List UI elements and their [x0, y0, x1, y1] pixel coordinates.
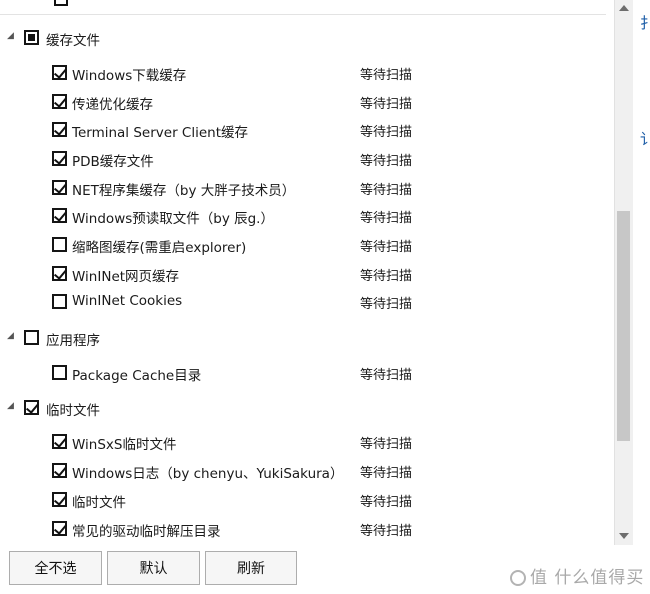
item-checkbox[interactable]	[52, 492, 67, 507]
side-panel: 扌 讠	[633, 0, 650, 545]
item-label: WinINet网页缓存	[72, 269, 180, 285]
item-label: NET程序集缓存（by 大胖子技术员）	[72, 183, 296, 199]
expand-collapse-icon[interactable]: ◢	[7, 332, 16, 341]
item-checkbox[interactable]	[52, 463, 67, 478]
cleanup-window: ◢ 缓存文件 Windows下载缓存 等待扫描 传递优化缓存 等待扫描 Terminal S…	[0, 0, 650, 594]
item-status: 等待扫描	[360, 437, 413, 452]
group-checkbox[interactable]	[24, 30, 39, 45]
item-checkbox[interactable]	[52, 94, 67, 109]
item-checkbox[interactable]	[52, 122, 67, 137]
vertical-scrollbar[interactable]	[614, 0, 633, 545]
expand-collapse-icon[interactable]: ◢	[7, 32, 16, 41]
item-checkbox[interactable]	[52, 180, 67, 195]
item-checkbox[interactable]	[52, 208, 67, 223]
item-label: PDB缓存文件	[72, 154, 154, 170]
item-label: Windows日志（by chenyu、YukiSakura）	[72, 466, 344, 482]
scroll-thumb[interactable]	[617, 211, 630, 441]
default-button[interactable]: 默认	[107, 551, 200, 585]
watermark-logo-icon	[510, 570, 526, 586]
cleanup-tree: ◢ 缓存文件 Windows下载缓存 等待扫描 传递优化缓存 等待扫描 Terminal S…	[0, 15, 614, 545]
item-status: 等待扫描	[360, 211, 413, 226]
item-label: 缩略图缓存(需重启explorer)	[72, 240, 247, 256]
item-status: 等待扫描	[360, 68, 413, 83]
scroll-up-icon[interactable]	[619, 5, 629, 11]
watermark: 值 什么值得买	[510, 563, 644, 588]
item-label: 临时文件	[72, 495, 126, 511]
group-label: 临时文件	[46, 403, 100, 419]
top-partial-row	[0, 0, 606, 15]
side-text-mid: 讠	[640, 130, 650, 148]
tree-item[interactable]: Windows日志（by chenyu、YukiSakura） 等待扫描	[0, 456, 614, 484]
expand-collapse-icon[interactable]: ◢	[7, 402, 16, 411]
item-status: 等待扫描	[360, 240, 413, 255]
tree-item[interactable]: 缩略图缓存(需重启explorer) 等待扫描	[0, 230, 614, 258]
item-label: 常见的驱动临时解压目录	[72, 524, 221, 540]
item-status: 等待扫描	[360, 269, 413, 284]
tree-item[interactable]: PDB缓存文件 等待扫描	[0, 144, 614, 172]
item-checkbox[interactable]	[52, 65, 67, 80]
item-checkbox[interactable]	[52, 266, 67, 281]
item-status: 等待扫描	[360, 368, 413, 383]
item-label: Windows预读取文件（by 辰g.）	[72, 211, 274, 227]
tree-item[interactable]: Package Cache目录 等待扫描	[0, 358, 614, 386]
item-status: 等待扫描	[360, 183, 413, 198]
tree-item[interactable]: WinINet Cookies 等待扫描	[0, 287, 614, 315]
scroll-down-icon[interactable]	[619, 533, 629, 539]
group-checkbox[interactable]	[24, 330, 39, 345]
refresh-button[interactable]: 刷新	[205, 551, 297, 585]
group-label: 缓存文件	[46, 33, 100, 49]
watermark-text: 值 什么值得买	[530, 568, 645, 588]
group-checkbox[interactable]	[24, 400, 39, 415]
item-checkbox[interactable]	[52, 294, 67, 309]
item-checkbox[interactable]	[52, 434, 67, 449]
item-checkbox[interactable]	[52, 151, 67, 166]
tree-group[interactable]: ◢ 应用程序	[0, 323, 614, 351]
tree-group[interactable]: ◢ 临时文件	[0, 393, 614, 421]
item-label: Terminal Server Client缓存	[72, 125, 248, 141]
tree-item[interactable]: WinSxS临时文件 等待扫描	[0, 427, 614, 455]
item-checkbox[interactable]	[52, 237, 67, 252]
item-status: 等待扫描	[360, 125, 413, 140]
tree-item[interactable]: WinINet网页缓存 等待扫描	[0, 259, 614, 287]
item-label: Windows下载缓存	[72, 68, 187, 84]
item-checkbox[interactable]	[52, 521, 67, 536]
tree-item[interactable]: Windows预读取文件（by 辰g.） 等待扫描	[0, 201, 614, 229]
item-status: 等待扫描	[360, 297, 413, 312]
tree-item[interactable]: 临时文件 等待扫描	[0, 485, 614, 513]
tree-item[interactable]: 传递优化缓存 等待扫描	[0, 87, 614, 115]
side-text-top: 扌	[640, 14, 650, 32]
item-status: 等待扫描	[360, 524, 413, 539]
tree-item[interactable]: 常见的驱动临时解压目录 等待扫描	[0, 514, 614, 542]
tree-item[interactable]: Windows下载缓存 等待扫描	[0, 58, 614, 86]
deselect-all-button[interactable]: 全不选	[9, 551, 102, 585]
item-label: WinINet Cookies	[72, 293, 183, 309]
partial-checkbox-edge	[54, 0, 68, 6]
item-checkbox[interactable]	[52, 365, 67, 380]
item-status: 等待扫描	[360, 154, 413, 169]
tree-item[interactable]: NET程序集缓存（by 大胖子技术员） 等待扫描	[0, 173, 614, 201]
group-label: 应用程序	[46, 333, 100, 349]
item-status: 等待扫描	[360, 495, 413, 510]
tree-item[interactable]: Terminal Server Client缓存 等待扫描	[0, 115, 614, 143]
item-label: Package Cache目录	[72, 368, 202, 384]
item-label: 传递优化缓存	[72, 97, 153, 113]
tree-group[interactable]: ◢ 缓存文件	[0, 23, 614, 51]
item-status: 等待扫描	[360, 97, 413, 112]
item-status: 等待扫描	[360, 466, 413, 481]
item-label: WinSxS临时文件	[72, 437, 177, 453]
